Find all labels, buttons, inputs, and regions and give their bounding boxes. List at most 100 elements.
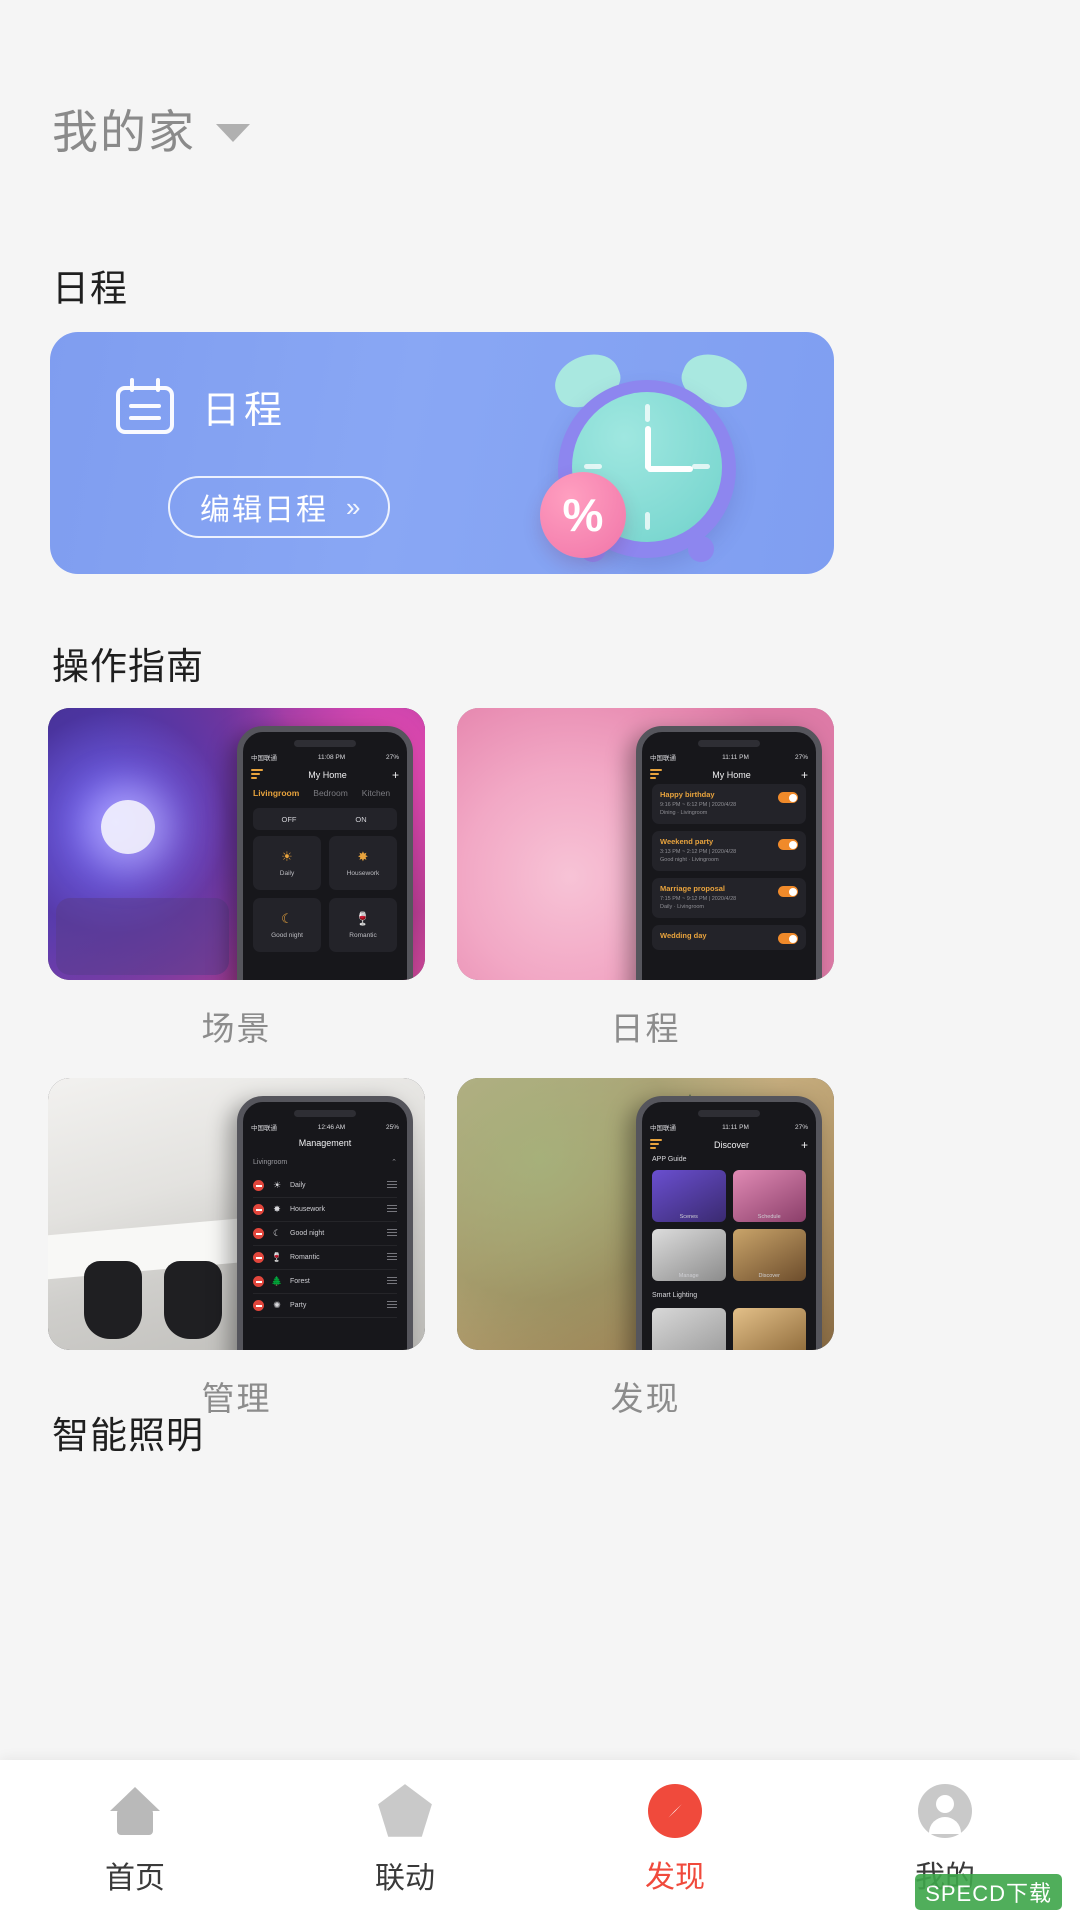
scene-tile: ✸ Housework: [329, 836, 397, 890]
drag-handle-icon: [387, 1228, 397, 1239]
sun-icon: ☀: [272, 1180, 282, 1190]
schedule-toggle: [778, 839, 798, 850]
scene-tile: ☀ Daily: [253, 836, 321, 890]
discover-cell: [732, 1308, 806, 1350]
guide-card-row: 中国联通 12:46 AM 25% Management Livingroom …: [48, 1078, 834, 1420]
management-row-label: Good night: [290, 1230, 325, 1237]
discover-grid-bottom: [652, 1308, 806, 1350]
schedule-item-title: Marriage proposal: [660, 884, 726, 893]
drag-handle-icon: [387, 1276, 397, 1287]
guide-card-caption: 发现: [610, 1380, 681, 1417]
tree-icon: 🌲: [271, 1276, 283, 1286]
discover-cell-label: Discover: [758, 1273, 780, 1279]
scene-tile-label: Good night: [271, 932, 303, 939]
guide-card-image[interactable]: 中国联通 11:08 PM 27% My Home + Livingroom B…: [48, 708, 425, 980]
phone-notch: [294, 1110, 356, 1117]
chevron-down-icon[interactable]: [216, 124, 250, 142]
guide-card-schedule[interactable]: 中国联通 11:11 PM 27% My Home + Happy birthd…: [457, 708, 834, 1050]
schedule-item-time: 9:16 PM ~ 6:12 PM | 2020/4/28: [660, 802, 737, 808]
app-screen: 我的家 日程 日程 编辑日程 » % 操作指南 中国联通 11:08 PM 27…: [0, 0, 1080, 1920]
discover-cell: [652, 1308, 726, 1350]
management-group-label: Livingroom: [253, 1158, 288, 1166]
guide-card-scene[interactable]: 中国联通 11:08 PM 27% My Home + Livingroom B…: [48, 708, 425, 1050]
wine-icon: 🍷: [271, 1252, 283, 1262]
schedule-list-item: Happy birthday 9:16 PM ~ 6:12 PM | 2020/…: [652, 784, 806, 824]
schedule-item-time: 3:13 PM ~ 2:12 PM | 2020/4/28: [660, 849, 737, 855]
discover-section-lighting: Smart Lighting: [652, 1292, 698, 1299]
tab-home[interactable]: 首页: [0, 1783, 270, 1897]
section-title-schedule: 日程: [52, 268, 128, 309]
phone-statusbar: 中国联通 11:11 PM 27%: [650, 1122, 808, 1133]
discover-cell: Scenes: [652, 1170, 726, 1222]
percent-badge: %: [540, 472, 626, 558]
tab-discover[interactable]: 发现: [540, 1784, 810, 1896]
edit-schedule-label: 编辑日程: [200, 494, 328, 527]
schedule-list-item: Wedding day: [652, 925, 806, 950]
delete-icon: [253, 1228, 264, 1239]
discover-cell: Discover: [732, 1229, 806, 1281]
phone-statusbar: 中国联通 11:08 PM 27%: [251, 752, 399, 763]
delete-icon: [253, 1180, 264, 1191]
schedule-item-title: Weekend party: [660, 837, 714, 846]
management-row-label: Romantic: [290, 1254, 320, 1261]
section-title-guide: 操作指南: [52, 646, 204, 687]
section-title-lighting: 智能照明: [52, 1415, 204, 1456]
calendar-icon: [116, 378, 174, 434]
filter-icon: [251, 769, 263, 781]
phone-nav-title: My Home: [308, 770, 347, 780]
room-tabs: Livingroom Bedroom Kitchen: [253, 788, 397, 798]
management-row: ☀ Daily: [253, 1174, 397, 1198]
phone-notch: [698, 1110, 760, 1117]
management-row: ✺ Party: [253, 1294, 397, 1318]
filter-icon: [650, 1139, 662, 1151]
scene-tile: ☾ Good night: [253, 898, 321, 952]
guide-card-discover[interactable]: 中国联通 11:11 PM 27% Discover + APP Guide S…: [457, 1078, 834, 1420]
scene-tile-label: Romantic: [349, 932, 377, 939]
sparkle-icon: ✸: [273, 1204, 281, 1214]
delete-icon: [253, 1204, 264, 1215]
management-row-label: Forest: [290, 1278, 310, 1285]
banner-label: 日程: [202, 389, 287, 432]
linkage-icon: [378, 1784, 432, 1837]
home-selector[interactable]: 我的家: [52, 96, 250, 162]
plus-icon: +: [800, 1138, 808, 1152]
management-group-header: Livingroom ⌃: [253, 1158, 397, 1167]
guide-card-management[interactable]: 中国联通 12:46 AM 25% Management Livingroom …: [48, 1078, 425, 1420]
management-row: 🍷 Romantic: [253, 1246, 397, 1270]
guide-card-image[interactable]: 中国联通 11:11 PM 27% My Home + Happy birthd…: [457, 708, 834, 980]
carrier-label: 中国联通: [251, 755, 277, 762]
phone-navbar: My Home +: [650, 768, 808, 782]
tab-linkage[interactable]: 联动: [270, 1783, 540, 1897]
edit-schedule-button[interactable]: 编辑日程 »: [168, 476, 391, 538]
plus-icon: +: [391, 768, 399, 782]
status-time: 12:46 AM: [317, 1123, 346, 1131]
moon-icon: ☾: [272, 1228, 282, 1238]
discover-section-guide: APP Guide: [652, 1156, 687, 1163]
drag-handle-icon: [387, 1204, 397, 1215]
schedule-list-item: Marriage proposal 7:15 PM ~ 9:12 PM | 20…: [652, 878, 806, 918]
sparkle-icon: ✸: [357, 849, 369, 864]
schedule-toggle: [778, 933, 798, 944]
on-label: ON: [355, 814, 367, 824]
schedule-toggle: [778, 886, 798, 897]
status-time: 11:11 PM: [722, 753, 749, 761]
room-tab-kitchen: Kitchen: [361, 788, 391, 798]
discover-cell-label: Manage: [678, 1273, 699, 1279]
discover-cell: Manage: [652, 1229, 726, 1281]
phone-statusbar: 中国联通 11:11 PM 27%: [650, 752, 808, 763]
battery-label: 27%: [794, 753, 808, 761]
status-time: 11:08 PM: [317, 753, 346, 761]
watermark-badge: SPECD下载: [915, 1874, 1062, 1910]
guide-card-image[interactable]: 中国联通 12:46 AM 25% Management Livingroom …: [48, 1078, 425, 1350]
room-tab-livingroom: Livingroom: [253, 788, 300, 798]
chevron-up-icon: ⌃: [391, 1159, 397, 1166]
scene-tile: 🍷 Romantic: [329, 898, 397, 952]
sun-icon: ☀: [281, 849, 293, 864]
phone-nav-title: My Home: [712, 770, 751, 780]
delete-icon: [253, 1276, 264, 1287]
phone-mockup-schedule: 中国联通 11:11 PM 27% My Home + Happy birthd…: [636, 726, 822, 980]
phone-navbar: My Home +: [251, 768, 399, 782]
phone-nav-title: Management: [298, 1138, 352, 1148]
schedule-banner[interactable]: 日程 编辑日程 » %: [50, 332, 834, 574]
guide-card-image[interactable]: 中国联通 11:11 PM 27% Discover + APP Guide S…: [457, 1078, 834, 1350]
